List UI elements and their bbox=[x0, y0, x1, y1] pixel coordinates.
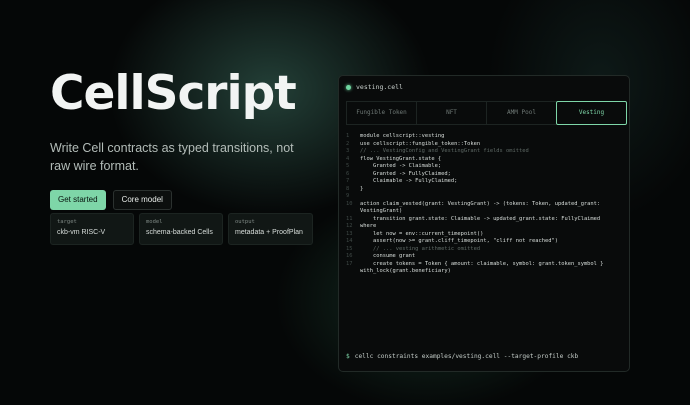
code-line: 17 create tokens = Token { amount: claim… bbox=[346, 261, 625, 276]
code-line: 8} bbox=[346, 186, 625, 194]
line-code: create tokens = Token { amount: claimabl… bbox=[360, 260, 607, 275]
stat-value: ckb-vm RISC-V bbox=[57, 229, 106, 236]
core-model-button[interactable]: Core model bbox=[112, 190, 172, 210]
line-code: transition grant.state: Claimable -> upd… bbox=[360, 215, 601, 222]
line-code: consume grant bbox=[360, 253, 416, 259]
line-number: 1 bbox=[346, 133, 350, 139]
line-code: flow VestingGrant.state { bbox=[360, 155, 442, 162]
tab-amm-pool[interactable]: AMM Pool bbox=[486, 101, 556, 125]
code-line: 14 assert(now >= grant.cliff_timepoint, … bbox=[346, 238, 625, 246]
stat-key: model bbox=[146, 219, 163, 225]
stat-target: target ckb-vm RISC-V bbox=[50, 213, 134, 245]
stat-value: schema-backed Cells bbox=[146, 229, 213, 236]
hero: CellScript Write Cell contracts as typed… bbox=[50, 70, 320, 210]
editor-header: vesting.cell bbox=[339, 76, 629, 98]
line-number: 16 bbox=[346, 253, 353, 259]
command-text: cellc constraints examples/vesting.cell … bbox=[354, 353, 579, 360]
code-line: 12 where bbox=[346, 223, 625, 231]
line-code: Granted -> Claimable; bbox=[360, 163, 442, 169]
stat-value: metadata + ProofPlan bbox=[235, 229, 303, 236]
line-code: Claimable -> FullyClaimed; bbox=[360, 178, 458, 184]
status-dot-icon bbox=[346, 84, 351, 90]
code-editor-panel: vesting.cell Fungible Token NFT AMM Pool… bbox=[338, 75, 630, 372]
editor-filename: vesting.cell bbox=[356, 83, 403, 91]
line-number: 3 bbox=[346, 148, 350, 154]
line-number: 8 bbox=[346, 185, 350, 192]
terminal-command: $ cellc constraints examples/vesting.cell… bbox=[346, 353, 578, 360]
line-number: 7 bbox=[346, 178, 350, 184]
code-line: 1 module cellscript::vesting bbox=[346, 133, 625, 141]
line-code: let now = env::current_timepoint() bbox=[360, 230, 484, 237]
line-number: 10 bbox=[346, 200, 353, 207]
tab-vesting[interactable]: Vesting bbox=[556, 101, 627, 125]
line-code: // ... vesting arithmetic omitted bbox=[360, 245, 481, 252]
get-started-button[interactable]: Get started bbox=[50, 190, 106, 210]
hero-actions: Get started Core model bbox=[50, 190, 320, 210]
code-line: 15 // ... vesting arithmetic omitted bbox=[346, 246, 625, 254]
line-number: 5 bbox=[346, 163, 350, 169]
code-line: 2 use cellscript::fungible_token::Token bbox=[346, 141, 625, 149]
line-code: where bbox=[360, 223, 377, 229]
code-line: 3 // ... VestingConfig and VestingGrant f… bbox=[346, 148, 625, 156]
code-line: 13 let now = env::current_timepoint() bbox=[346, 231, 625, 239]
line-code: } bbox=[360, 185, 364, 192]
code-line: 4 flow VestingGrant.state { bbox=[346, 156, 625, 164]
code-line: 9 bbox=[346, 193, 625, 201]
line-number: 9 bbox=[346, 193, 350, 199]
stat-model: model schema-backed Cells bbox=[139, 213, 223, 245]
line-number: 15 bbox=[346, 245, 353, 252]
line-code: module cellscript::vesting bbox=[360, 133, 445, 139]
line-number: 11 bbox=[346, 215, 353, 222]
stat-key: target bbox=[57, 219, 77, 225]
line-number: 6 bbox=[346, 170, 350, 177]
code-line: 5 Granted -> Claimable; bbox=[346, 163, 625, 171]
code-line: 10 action claim_vested(grant: VestingGran… bbox=[346, 201, 625, 216]
code-line: 7 Claimable -> FullyClaimed; bbox=[346, 178, 625, 186]
line-code: assert(now >= grant.cliff_timepoint, "cl… bbox=[360, 238, 558, 244]
stat-output: output metadata + ProofPlan bbox=[228, 213, 313, 245]
hero-tagline: Write Cell contracts as typed transition… bbox=[50, 141, 294, 173]
line-code: // ... VestingConfig and VestingGrant fi… bbox=[360, 148, 529, 154]
code-line: 11 transition grant.state: Claimable -> … bbox=[346, 216, 625, 224]
page-title: CellScript bbox=[50, 66, 297, 121]
line-number: 4 bbox=[346, 155, 350, 162]
stat-key: output bbox=[235, 219, 255, 225]
line-number: 17 bbox=[346, 260, 353, 267]
code-block: 1 module cellscript::vesting2 use cellscri… bbox=[346, 133, 625, 276]
line-number: 13 bbox=[346, 230, 353, 237]
line-number: 12 bbox=[346, 223, 353, 229]
prompt-symbol: $ bbox=[346, 353, 350, 360]
line-code: Granted -> FullyClaimed; bbox=[360, 170, 451, 177]
code-line: 6 Granted -> FullyClaimed; bbox=[346, 171, 625, 179]
line-code: use cellscript::fungible_token::Token bbox=[360, 140, 481, 147]
code-line: 16 consume grant bbox=[346, 253, 625, 261]
line-code: action claim_vested(grant: VestingGrant)… bbox=[360, 200, 604, 215]
tab-fungible-token[interactable]: Fungible Token bbox=[346, 101, 416, 125]
line-number: 14 bbox=[346, 238, 353, 244]
stats-row: target ckb-vm RISC-V model schema-backed… bbox=[50, 213, 313, 245]
tab-nft[interactable]: NFT bbox=[416, 101, 486, 125]
example-tabs: Fungible Token NFT AMM Pool Vesting bbox=[346, 101, 627, 125]
line-number: 2 bbox=[346, 140, 350, 147]
